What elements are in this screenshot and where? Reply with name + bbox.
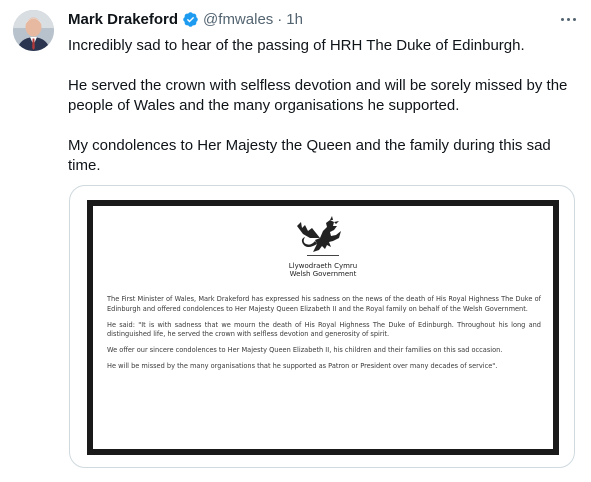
welsh-dragon-logo xyxy=(297,216,341,256)
statement-paragraph: He will be missed by the many organisati… xyxy=(107,361,498,370)
gov-name-english: Welsh Government xyxy=(289,270,357,278)
statement-paragraph: He said: "It is with sadness that we mou… xyxy=(107,320,541,339)
timestamp[interactable]: 1h xyxy=(286,11,303,28)
avatar[interactable] xyxy=(13,10,54,51)
statement-paragraph: The First Minister of Wales, Mark Drakef… xyxy=(107,295,541,313)
gov-name-welsh: Llywodraeth Cymru xyxy=(288,262,358,270)
tweet-paragraph: My condolences to Her Majesty the Queen … xyxy=(68,137,551,174)
tweet: Mark Drakeford @fmwales · 1h Incredibly … xyxy=(0,0,591,482)
tweet-paragraph: He served the crown with selfless devoti… xyxy=(68,77,568,114)
statement-paragraph: We offer our sincere condolences to Her … xyxy=(107,346,503,355)
author-handle[interactable]: @fmwales xyxy=(203,11,273,28)
more-options-icon[interactable] xyxy=(557,10,579,28)
separator-dot: · xyxy=(277,10,283,28)
tweet-text: Incredibly sad to hear of the passing of… xyxy=(68,36,578,176)
verified-badge-icon xyxy=(182,11,199,28)
tweet-paragraph: Incredibly sad to hear of the passing of… xyxy=(68,37,525,54)
statement-body: The First Minister of Wales, Mark Drakef… xyxy=(107,295,541,378)
tweet-image[interactable]: Llywodraeth Cymru Welsh Government The F… xyxy=(69,185,575,468)
tweet-header: Mark Drakeford @fmwales · 1h xyxy=(68,9,303,29)
author-name[interactable]: Mark Drakeford xyxy=(68,11,178,28)
statement-document: Llywodraeth Cymru Welsh Government The F… xyxy=(87,200,559,455)
